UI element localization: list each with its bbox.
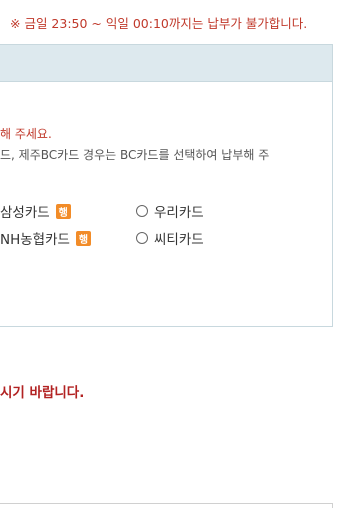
card-label-samsung: 삼성카드 [0,205,50,221]
bank-badge-icon: 행 [75,230,91,246]
next-panel-edge [0,503,333,508]
guide-text-red: 해 주세요. [0,127,52,141]
card-label-nh: NH농협카드 [0,232,70,248]
bank-badge-icon: 행 [55,203,71,219]
radio-icon[interactable] [136,232,148,244]
card-label-citi: 씨티카드 [154,232,204,248]
card-option-nh[interactable]: NH농협카드 행 [0,228,91,248]
card-option-samsung[interactable]: 삼성카드 행 [0,201,71,221]
warning-text: 시기 바랍니다. [0,385,85,401]
card-option-citi[interactable]: 씨티카드 [136,228,204,248]
card-label-woori: 우리카드 [154,205,204,221]
radio-icon[interactable] [136,205,148,217]
card-option-woori[interactable]: 우리카드 [136,201,204,221]
payment-unavailable-notice: ※ 금일 23:50 ~ 익일 00:10까지는 납부가 불가합니다. [10,16,308,31]
panel-header [0,44,333,82]
guide-text-gray: 드, 제주BC카드 경우는 BC카드를 선택하여 납부해 주 [0,148,270,162]
